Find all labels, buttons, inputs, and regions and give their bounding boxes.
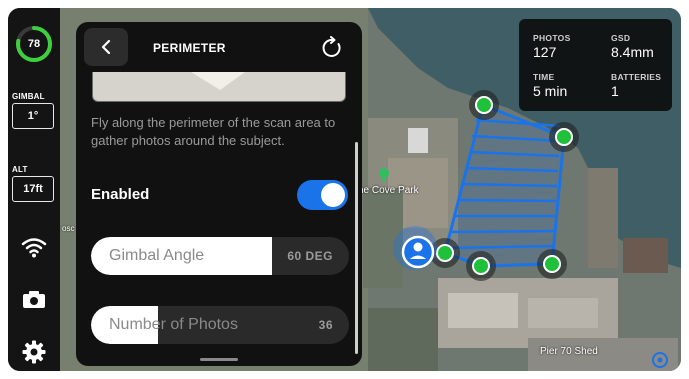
panel-description: Fly along the perimeter of the scan area… bbox=[91, 115, 336, 148]
gimbal-value[interactable]: 1° bbox=[12, 103, 54, 129]
gsd-value: 8.4mm bbox=[611, 44, 654, 60]
batteries-value: 1 bbox=[611, 83, 619, 99]
locate-icon[interactable] bbox=[650, 350, 670, 370]
gimbal-label: GIMBAL bbox=[12, 92, 45, 101]
battery-percent: 78 bbox=[27, 38, 41, 50]
gimbal-angle-label: Gimbal Angle bbox=[109, 247, 205, 264]
time-label: TIME bbox=[533, 72, 555, 82]
perimeter-settings-panel: PERIMETER Fly along the perimeter of the… bbox=[76, 22, 362, 366]
alt-label: ALT bbox=[12, 165, 28, 174]
gimbal-angle-slider[interactable]: Gimbal Angle 60 DEG bbox=[91, 237, 349, 275]
photos-value: 127 bbox=[533, 44, 557, 60]
left-status-rail: 78 GIMBAL 1° ALT 17ft bbox=[8, 8, 60, 371]
enabled-label: Enabled bbox=[91, 186, 150, 203]
panel-scrollbar[interactable] bbox=[355, 142, 358, 354]
gear-icon[interactable] bbox=[20, 338, 48, 366]
mission-stats: PHOTOS 127 GSD 8.4mm TIME 5 min BATTERIE… bbox=[519, 19, 672, 111]
panel-title: PERIMETER bbox=[153, 41, 226, 55]
map-edge-label: osc bbox=[62, 224, 75, 233]
perimeter-preview-image bbox=[92, 72, 346, 102]
chevron-left-icon bbox=[101, 39, 111, 55]
park-label: ne Cove Park bbox=[358, 185, 419, 196]
wifi-icon[interactable] bbox=[20, 233, 48, 261]
number-of-photos-value: 36 bbox=[318, 318, 333, 332]
back-button[interactable] bbox=[84, 28, 128, 66]
shed-label: Pier 70 Shed bbox=[540, 346, 598, 357]
app-frame: ne Cove Park Pier 70 Shed osc 78 GIMBAL … bbox=[8, 8, 681, 371]
number-of-photos-label: Number of Photos bbox=[109, 316, 238, 333]
batteries-label: BATTERIES bbox=[611, 72, 662, 82]
camera-icon[interactable] bbox=[20, 285, 48, 313]
alt-value[interactable]: 17ft bbox=[12, 176, 54, 202]
panel-header: PERIMETER bbox=[76, 22, 362, 72]
toggle-knob bbox=[321, 183, 345, 207]
panel-drag-handle[interactable] bbox=[200, 358, 238, 361]
gsd-label: GSD bbox=[611, 33, 631, 43]
time-value: 5 min bbox=[533, 83, 568, 99]
reset-icon[interactable] bbox=[320, 36, 344, 60]
photos-label: PHOTOS bbox=[533, 33, 571, 43]
enabled-toggle[interactable] bbox=[297, 180, 348, 210]
number-of-photos-slider[interactable]: Number of Photos 36 bbox=[91, 306, 349, 344]
gimbal-angle-value: 60 DEG bbox=[287, 249, 333, 263]
